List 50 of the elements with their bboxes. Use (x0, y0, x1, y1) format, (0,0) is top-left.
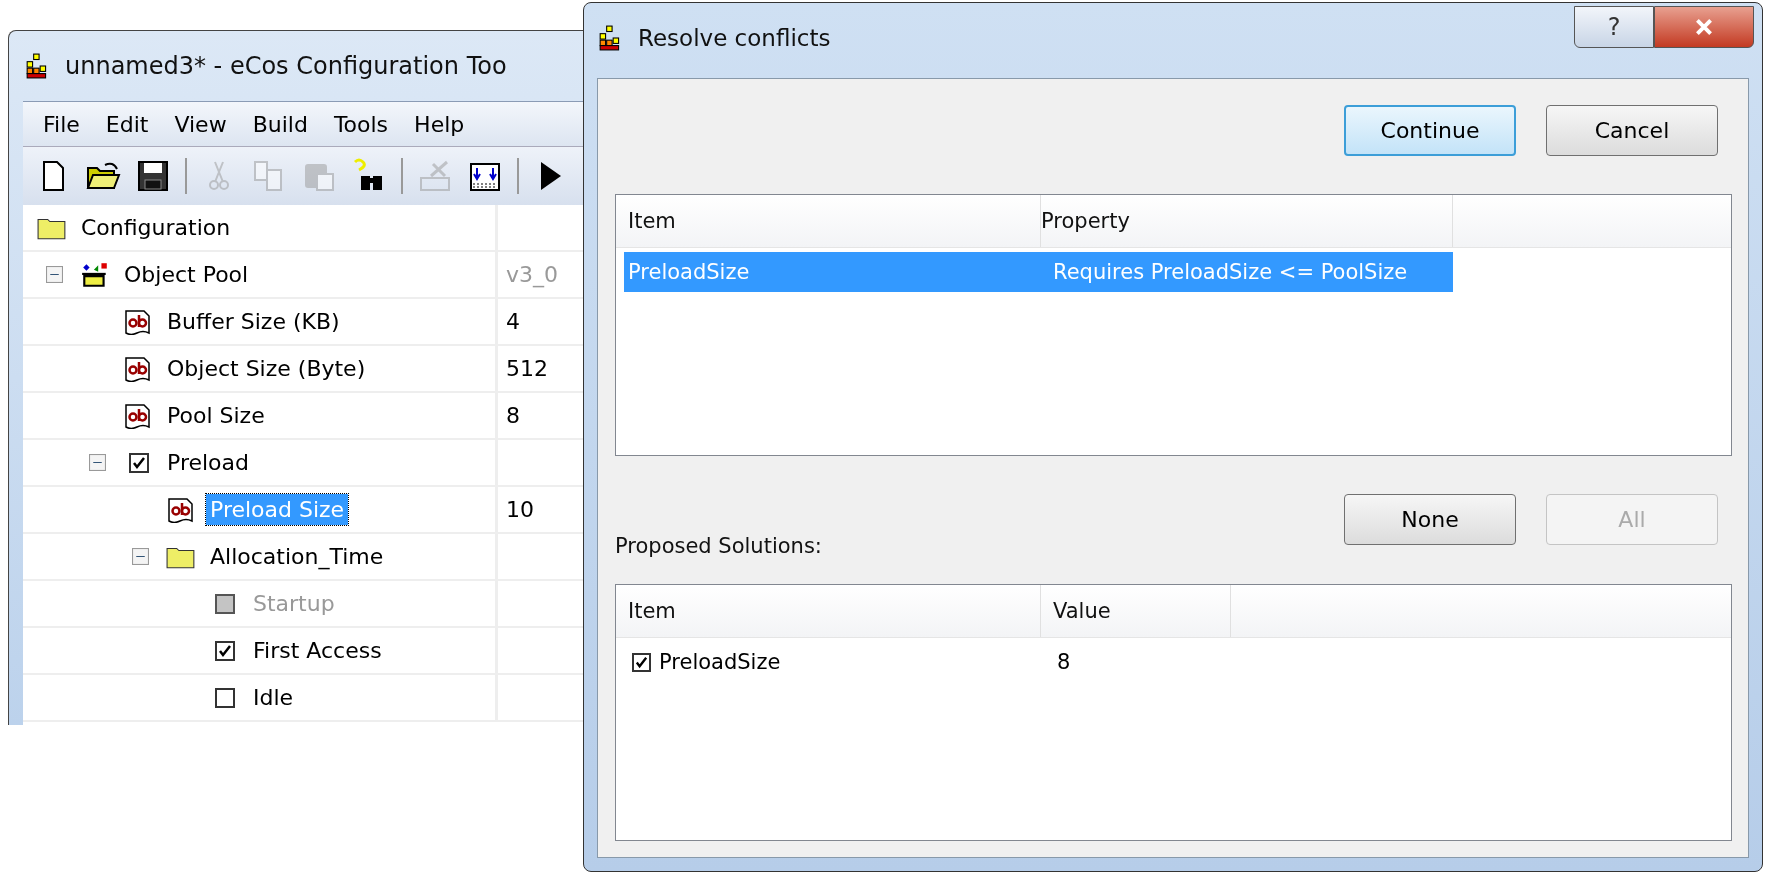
column-header[interactable]: Item (616, 585, 1041, 637)
checkbox[interactable] (632, 652, 651, 672)
collapse-toggle[interactable] (132, 548, 149, 565)
collapse-toggle[interactable] (89, 454, 106, 471)
checkbox[interactable] (129, 452, 149, 473)
value-cell: 4 (506, 309, 520, 334)
menu-item[interactable]: Tools (323, 109, 399, 139)
menu-item[interactable]: File (33, 109, 90, 139)
help-button[interactable]: ? (1574, 6, 1654, 48)
text-field-icon (166, 496, 196, 523)
column-header[interactable]: Item (616, 195, 1041, 247)
property-cell-text: Requires PreloadSize <= PoolSize (1053, 259, 1409, 286)
dialog-title: Resolve conflicts (638, 25, 831, 51)
dialog-button[interactable]: Cancel (1546, 105, 1718, 156)
tree-item[interactable]: Preload (163, 447, 253, 478)
close-icon (1693, 16, 1715, 38)
collapse-toggle[interactable] (46, 266, 63, 283)
value-cell: v3_0 (506, 262, 558, 287)
tree-item[interactable]: Buffer Size (KB) (163, 306, 344, 337)
menu-item[interactable]: View (164, 109, 237, 139)
menu-item[interactable]: Build (242, 109, 318, 139)
value-cell: 8 (506, 403, 520, 428)
value-cell-text: 8 (1056, 649, 1072, 676)
checkbox[interactable] (215, 640, 235, 661)
save-icon[interactable] (135, 158, 171, 194)
menu-item[interactable]: Edit (95, 109, 159, 139)
item-cell: PreloadSize (659, 650, 781, 674)
column-header[interactable]: Value (1041, 585, 1231, 637)
dialog-button[interactable]: Continue (1344, 105, 1516, 156)
tree-item[interactable]: Configuration (77, 212, 235, 243)
value-cell: 10 (506, 497, 534, 522)
close-button[interactable] (1654, 6, 1754, 48)
tree-item[interactable]: Object Size (Byte) (163, 353, 370, 384)
tree-item[interactable]: First Access (249, 635, 386, 666)
text-field-icon (123, 308, 153, 335)
text-field-icon (123, 402, 153, 429)
package-icon (80, 261, 110, 288)
tree-item[interactable]: Allocation_Time (206, 541, 388, 572)
column-header[interactable]: Property (1041, 195, 1453, 247)
menu-item[interactable]: Help (404, 109, 475, 139)
window-title: unnamed3* - eCos Configuration Too (65, 52, 507, 80)
item-cell-text: PreloadSize (627, 259, 751, 286)
tree-item[interactable]: Pool Size (163, 400, 269, 431)
dialog-button[interactable]: None (1344, 494, 1516, 545)
section-label: Proposed Solutions: (615, 534, 822, 558)
text-field-icon (123, 355, 153, 382)
checkbox[interactable] (215, 687, 235, 708)
tree-item[interactable]: Idle (249, 682, 298, 713)
tree-item[interactable]: Object Pool (120, 259, 253, 290)
value-cell: 512 (506, 356, 548, 381)
